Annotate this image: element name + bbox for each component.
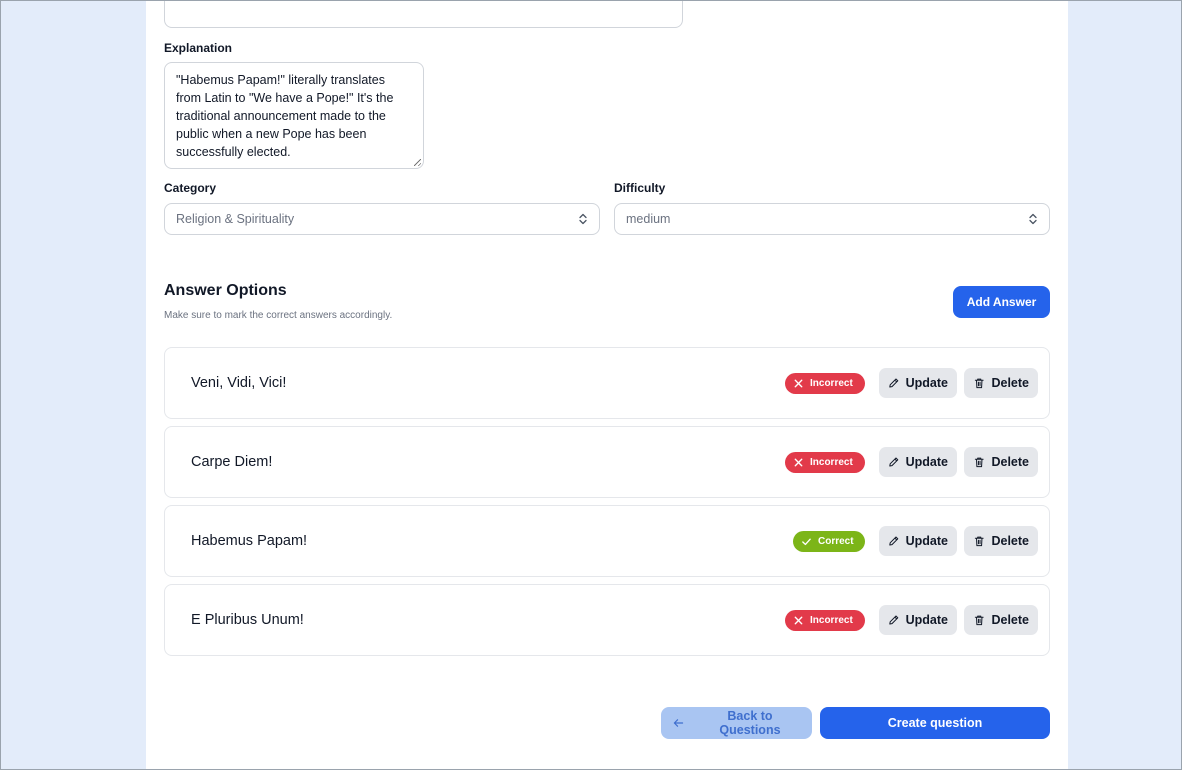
update-answer-button[interactable]: Update xyxy=(879,447,957,477)
add-answer-button[interactable]: Add Answer xyxy=(953,286,1050,318)
incorrect-badge[interactable]: Incorrect xyxy=(785,452,865,473)
pencil-icon xyxy=(889,615,899,625)
x-icon xyxy=(794,379,803,388)
difficulty-value: medium xyxy=(626,212,671,226)
update-label: Update xyxy=(905,455,948,469)
create-question-button[interactable]: Create question xyxy=(820,707,1050,739)
resize-handle-icon[interactable] xyxy=(414,159,421,166)
explanation-text: "Habemus Papam!" literally translates fr… xyxy=(176,73,394,159)
answer-text: E Pluribus Unum! xyxy=(191,612,304,628)
back-label: Back to Questions xyxy=(719,709,781,737)
delete-label: Delete xyxy=(991,613,1029,627)
incorrect-badge[interactable]: Incorrect xyxy=(785,610,865,631)
status-label: Correct xyxy=(818,536,854,547)
trash-icon xyxy=(974,615,984,626)
update-label: Update xyxy=(905,613,948,627)
previous-textarea[interactable] xyxy=(164,0,683,28)
delete-label: Delete xyxy=(991,376,1029,390)
category-value: Religion & Spirituality xyxy=(176,212,295,226)
difficulty-select[interactable]: medium xyxy=(614,203,1050,235)
answer-options-subtitle: Make sure to mark the correct answers ac… xyxy=(164,310,393,321)
arrow-left-icon xyxy=(673,719,684,727)
chevron-up-down-icon xyxy=(1029,213,1037,225)
delete-answer-button[interactable]: Delete xyxy=(964,526,1038,556)
update-label: Update xyxy=(905,534,948,548)
category-label: Category xyxy=(164,181,217,195)
answer-card: Habemus Papam! Correct Update Delete xyxy=(164,505,1050,577)
status-label: Incorrect xyxy=(810,457,853,468)
delete-label: Delete xyxy=(991,455,1029,469)
x-icon xyxy=(794,616,803,625)
answer-text: Veni, Vidi, Vici! xyxy=(191,375,287,391)
incorrect-badge[interactable]: Incorrect xyxy=(785,373,865,394)
check-icon xyxy=(802,538,811,546)
pencil-icon xyxy=(889,457,899,467)
update-label: Update xyxy=(905,376,948,390)
delete-answer-button[interactable]: Delete xyxy=(964,368,1038,398)
delete-answer-button[interactable]: Delete xyxy=(964,447,1038,477)
answer-options-title: Answer Options xyxy=(164,282,287,299)
trash-icon xyxy=(974,536,984,547)
back-to-questions-button[interactable]: Back to Questions xyxy=(661,707,812,739)
update-answer-button[interactable]: Update xyxy=(879,605,957,635)
answer-card: E Pluribus Unum! Incorrect Update Delete xyxy=(164,584,1050,656)
answer-card: Carpe Diem! Incorrect Update Delete xyxy=(164,426,1050,498)
trash-icon xyxy=(974,457,984,468)
delete-label: Delete xyxy=(991,534,1029,548)
status-label: Incorrect xyxy=(810,378,853,389)
pencil-icon xyxy=(889,536,899,546)
explanation-textarea[interactable]: "Habemus Papam!" literally translates fr… xyxy=(164,62,424,169)
answer-text: Habemus Papam! xyxy=(191,533,308,549)
answer-card: Veni, Vidi, Vici! Incorrect Update Delet… xyxy=(164,347,1050,419)
answer-text: Carpe Diem! xyxy=(191,454,273,470)
difficulty-label: Difficulty xyxy=(614,181,666,195)
correct-badge[interactable]: Correct xyxy=(793,531,865,552)
category-select[interactable]: Religion & Spirituality xyxy=(164,203,600,235)
question-form-panel: Explanation "Habemus Papam!" literally t… xyxy=(146,0,1068,770)
x-icon xyxy=(794,458,803,467)
explanation-label: Explanation xyxy=(164,41,233,55)
trash-icon xyxy=(974,378,984,389)
status-label: Incorrect xyxy=(810,615,853,626)
delete-answer-button[interactable]: Delete xyxy=(964,605,1038,635)
update-answer-button[interactable]: Update xyxy=(879,526,957,556)
update-answer-button[interactable]: Update xyxy=(879,368,957,398)
pencil-icon xyxy=(889,378,899,388)
chevron-up-down-icon xyxy=(579,213,587,225)
